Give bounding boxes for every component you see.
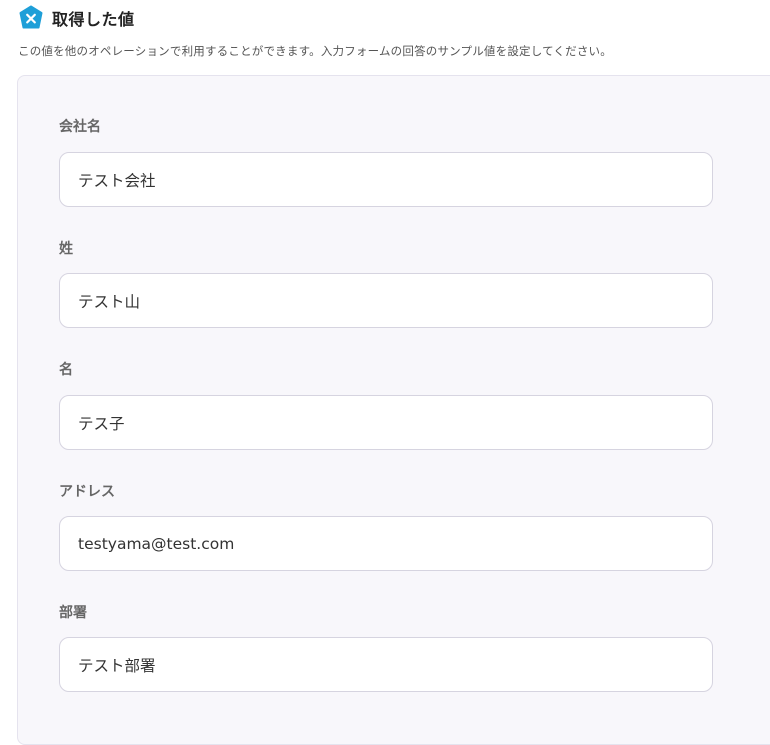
email-input[interactable] <box>59 516 713 571</box>
email-field: アドレス <box>59 482 713 571</box>
section-header: 取得した値 <box>18 5 135 31</box>
department-input[interactable] <box>59 637 713 692</box>
company-name-input[interactable] <box>59 152 713 207</box>
last-name-field: 姓 <box>59 239 713 328</box>
first-name-label: 名 <box>59 362 73 378</box>
company-name-field: 会社名 <box>59 117 713 207</box>
variable-x-hexagon-icon <box>18 5 44 31</box>
company-name-label: 会社名 <box>59 119 101 135</box>
email-label: アドレス <box>59 484 115 500</box>
department-label: 部署 <box>59 605 87 621</box>
section-description: この値を他のオペレーションで利用することができます。入力フォームの回答のサンプル… <box>18 44 612 58</box>
sample-values-panel: 会社名 姓 名 アドレス 部署 <box>17 75 770 745</box>
section-title: 取得した値 <box>52 10 135 29</box>
department-field: 部署 <box>59 603 713 692</box>
last-name-label: 姓 <box>59 241 73 257</box>
last-name-input[interactable] <box>59 273 713 328</box>
first-name-input[interactable] <box>59 395 713 450</box>
first-name-field: 名 <box>59 360 713 450</box>
